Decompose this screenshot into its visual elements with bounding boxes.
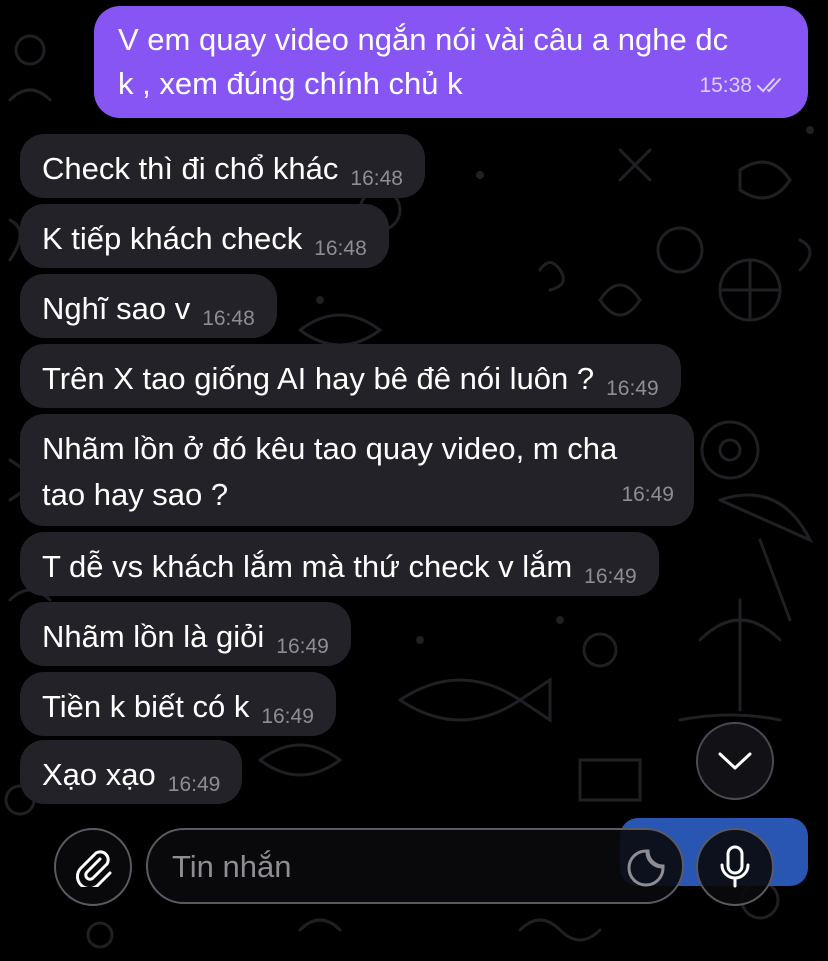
received-message-bubble[interactable]: Tiền k biết có k 16:49: [20, 672, 336, 736]
microphone-icon: [720, 845, 750, 888]
message-time: 16:49: [584, 565, 637, 588]
double-check-icon: [757, 78, 781, 93]
message-text-line1: Nhãm lồn ở đó kêu tao quay video, m cha: [42, 431, 618, 466]
message-time: 16:49: [621, 483, 674, 506]
message-time: 16:49: [167, 773, 221, 796]
message-input-container[interactable]: [146, 828, 684, 904]
received-message-bubble[interactable]: Xạo xạo 16:49: [20, 740, 243, 804]
message-time: 16:49: [606, 377, 659, 400]
sent-message-bubble[interactable]: V em quay video ngắn nói vài câu a nghe …: [94, 6, 808, 118]
attach-button[interactable]: [54, 828, 132, 906]
sticker-icon[interactable]: [626, 848, 666, 888]
sent-message-meta: 15:38: [699, 64, 786, 108]
voice-record-button[interactable]: [696, 828, 774, 906]
message-input[interactable]: [170, 844, 614, 890]
scroll-down-button[interactable]: [696, 722, 774, 800]
message-time: 16:48: [202, 307, 255, 330]
message-text: K tiếp khách check: [42, 221, 303, 256]
sent-message-time: 15:38: [699, 74, 752, 97]
message-text-line2: tao hay sao ?: [42, 477, 229, 512]
paperclip-icon: [76, 850, 112, 887]
received-message-bubble[interactable]: Nghĩ sao v 16:48: [20, 274, 277, 338]
received-message-bubble[interactable]: Check thì đi chổ khác 16:48: [20, 134, 425, 198]
message-time: 16:49: [261, 705, 314, 728]
received-message-bubble[interactable]: T dễ vs khách lắm mà thứ check v lắm 16:4…: [20, 532, 659, 596]
message-text: Tiền k biết có k: [42, 689, 250, 724]
received-message-bubble[interactable]: Trên X tao giống AI hay bê đê nói luôn ?…: [20, 344, 681, 408]
message-time: 16:48: [314, 237, 367, 260]
message-text: T dễ vs khách lắm mà thứ check v lắm: [42, 549, 573, 584]
received-message-bubble[interactable]: K tiếp khách check 16:48: [20, 204, 389, 268]
message-time: 16:48: [350, 167, 403, 190]
sent-message-text-line1: V em quay video ngắn nói vài câu a nghe …: [118, 22, 729, 57]
message-text: Nghĩ sao v: [42, 291, 191, 326]
received-message-bubble[interactable]: Nhãm lồn ở đó kêu tao quay video, m cha …: [20, 414, 694, 526]
sent-message-text-line2: k , xem đúng chính chủ k: [118, 66, 463, 101]
message-text: Nhãm lồn là giỏi: [42, 619, 265, 654]
message-text: Trên X tao giống AI hay bê đê nói luôn ?: [42, 361, 595, 396]
message-time: 16:49: [276, 635, 329, 658]
message-text: Check thì đi chổ khác: [42, 151, 339, 186]
received-message-bubble[interactable]: Nhãm lồn là giỏi 16:49: [20, 602, 351, 666]
chevron-down-icon: [718, 752, 752, 770]
message-text: Xạo xạo: [42, 757, 156, 792]
